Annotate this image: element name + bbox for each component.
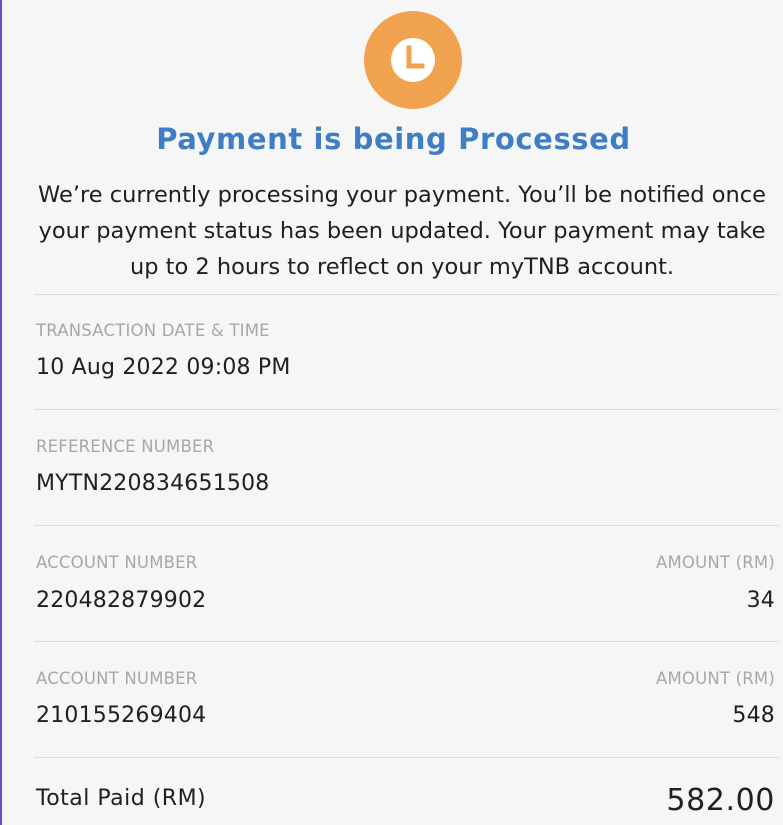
account-number-value: 220482879902 xyxy=(36,588,207,613)
reference-number-value: MYTN220834651508 xyxy=(36,471,270,496)
account-number-label: ACCOUNT NUMBER xyxy=(36,669,198,688)
account-number-label: ACCOUNT NUMBER xyxy=(36,553,198,572)
total-paid-value: 582.00 xyxy=(666,783,775,818)
amount-value: 34 xyxy=(746,588,775,613)
reference-number-label: REFERENCE NUMBER xyxy=(36,437,215,456)
amount-value: 548 xyxy=(732,703,775,728)
amount-label: AMOUNT (RM) xyxy=(655,553,775,572)
clock-glyph xyxy=(391,38,435,82)
account-number-value: 210155269404 xyxy=(36,703,207,728)
divider xyxy=(34,294,779,295)
total-paid-label: Total Paid (RM) xyxy=(36,786,207,811)
divider xyxy=(34,641,779,642)
status-message: We’re currently processing your payment.… xyxy=(38,182,766,280)
clock-icon xyxy=(364,11,462,109)
amount-label: AMOUNT (RM) xyxy=(655,669,775,688)
status-title: Payment is being Processed xyxy=(156,122,631,156)
divider xyxy=(34,409,779,410)
divider xyxy=(34,757,779,758)
transaction-date-value: 10 Aug 2022 09:08 PM xyxy=(36,355,291,380)
payment-status-screen: Payment is being Processed We’re current… xyxy=(0,0,783,825)
transaction-date-label: TRANSACTION DATE & TIME xyxy=(36,321,270,340)
divider xyxy=(34,525,779,526)
